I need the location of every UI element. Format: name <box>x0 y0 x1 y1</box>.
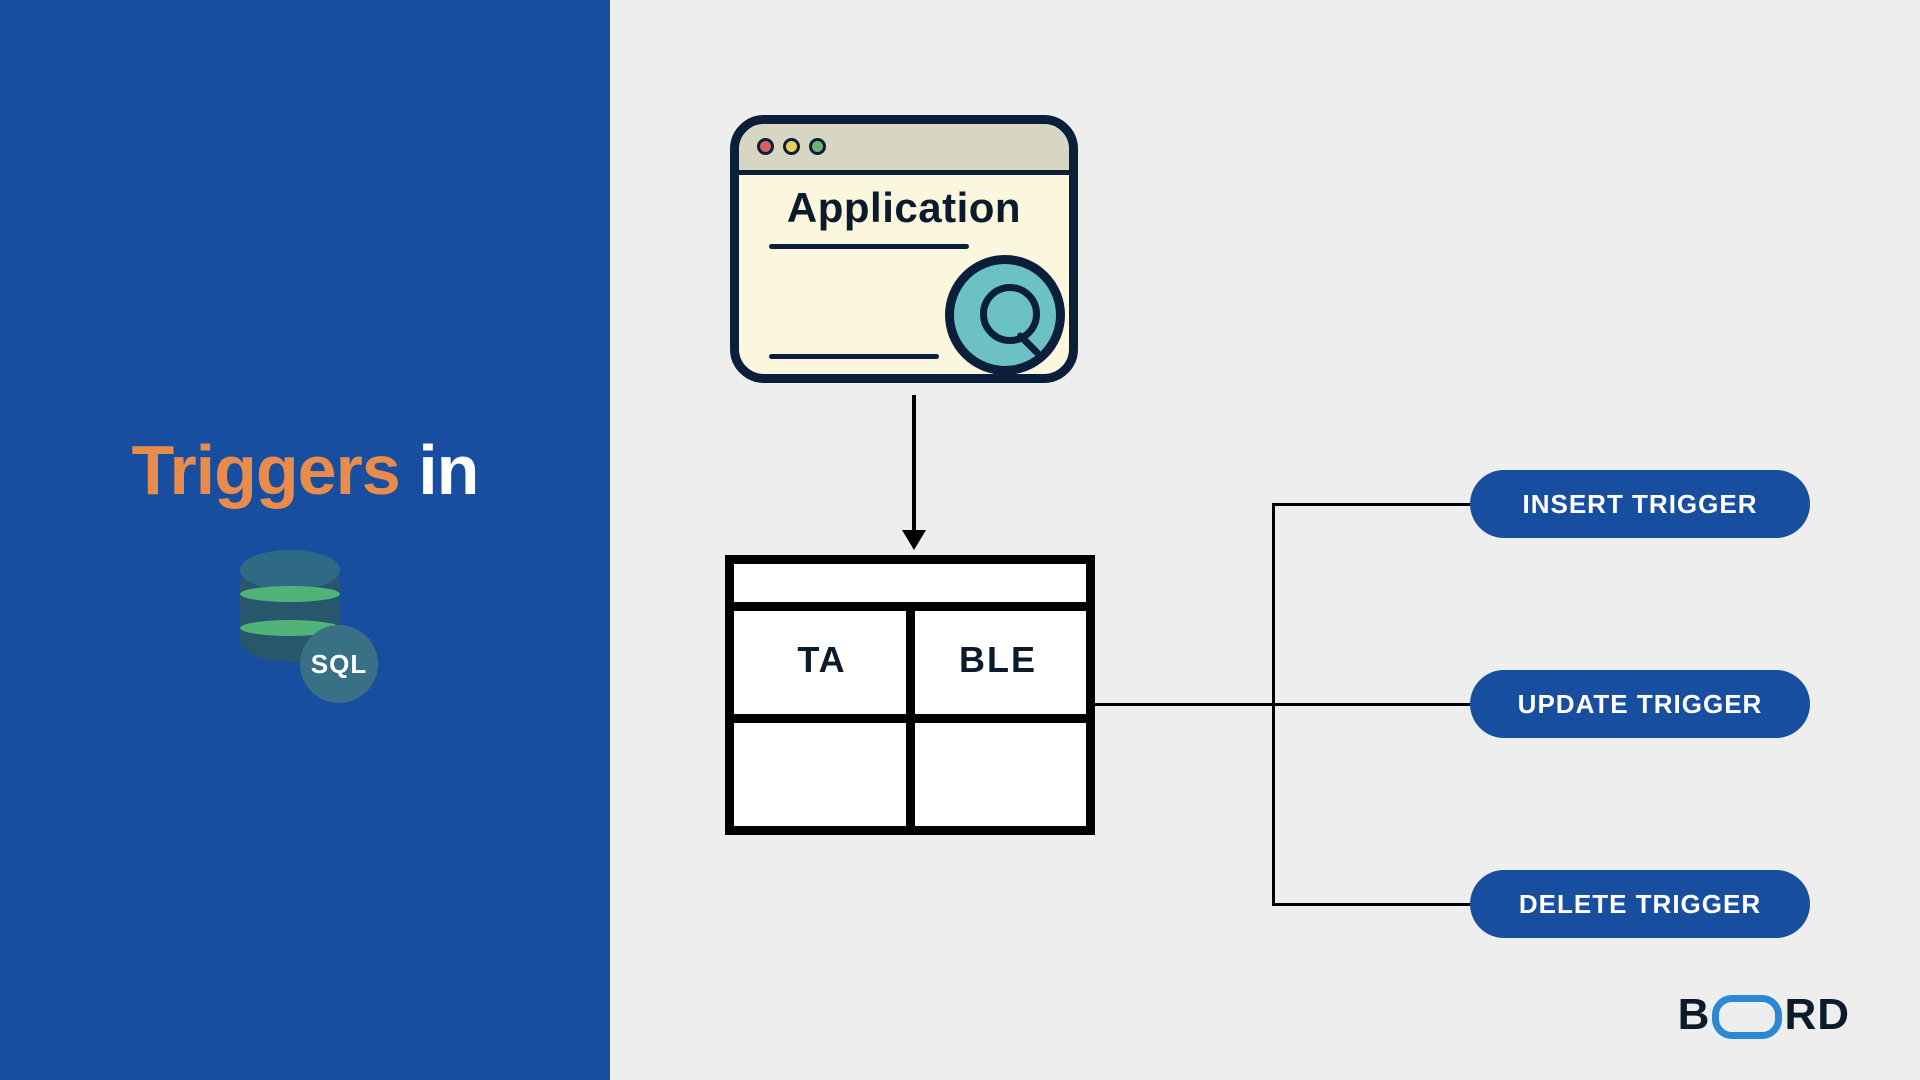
diagram-canvas: Triggers in SQL Application TA BLE <box>0 0 1920 1080</box>
title-rest: in <box>418 431 478 509</box>
table-cell-right: BLE <box>910 639 1086 681</box>
window-dot-yellow-icon <box>783 138 800 155</box>
trigger-pill-delete: DELETE TRIGGER <box>1470 870 1810 938</box>
brand-left: B <box>1678 990 1711 1040</box>
connector-line <box>1272 703 1472 706</box>
trigger-pill-insert: INSERT TRIGGER <box>1470 470 1810 538</box>
window-titlebar <box>739 124 1069 175</box>
window-dot-green-icon <box>809 138 826 155</box>
connector-line <box>1272 903 1472 906</box>
diagram-title: Triggers in <box>0 430 610 510</box>
arrow-head-icon <box>902 530 926 550</box>
content-line-icon <box>769 244 969 249</box>
brand-right: RD <box>1784 990 1850 1040</box>
connector-line <box>1095 703 1275 706</box>
sql-badge: SQL <box>300 625 378 703</box>
brand-logo: B RD <box>1678 990 1850 1040</box>
application-label: Application <box>739 184 1069 232</box>
brand-loop-icon <box>1712 995 1782 1039</box>
sql-database-icon: SQL <box>240 540 370 700</box>
content-line-icon <box>769 354 939 359</box>
connector-line <box>1272 503 1472 506</box>
table-cell-left: TA <box>734 639 910 681</box>
trigger-pill-update: UPDATE TRIGGER <box>1470 670 1810 738</box>
window-dot-red-icon <box>757 138 774 155</box>
arrow-shaft-icon <box>912 395 916 535</box>
table-icon: TA BLE <box>725 555 1095 835</box>
magnifier-icon <box>945 255 1065 375</box>
title-emphasis: Triggers <box>132 431 400 509</box>
